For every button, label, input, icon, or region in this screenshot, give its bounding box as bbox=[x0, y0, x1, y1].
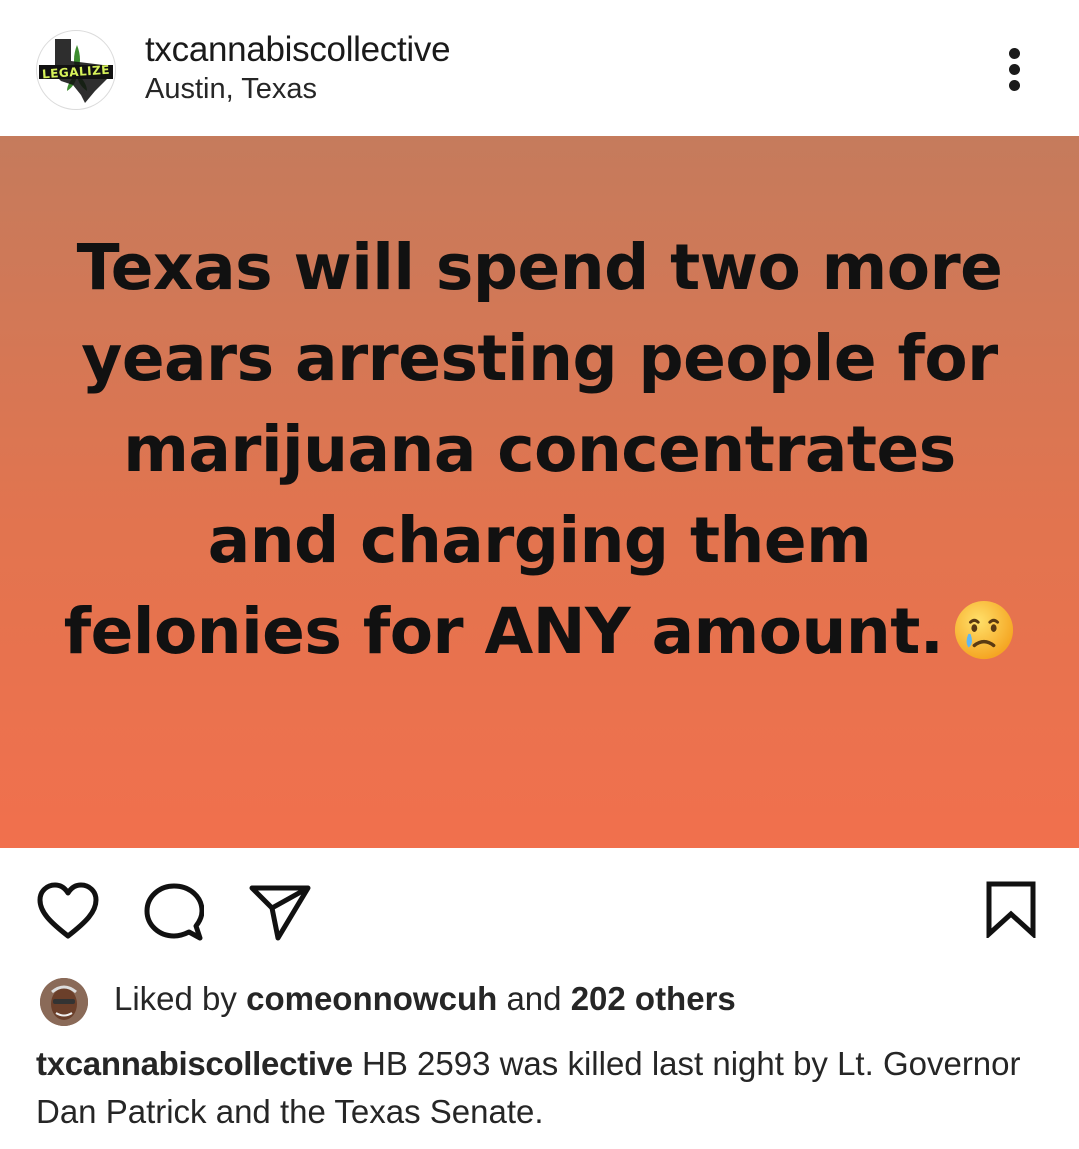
likes-middle: and bbox=[506, 980, 562, 1017]
crying-face-emoji bbox=[955, 600, 1014, 660]
liker-username[interactable]: comeonnowcuh bbox=[246, 980, 497, 1017]
caption-username[interactable]: txcannabiscollective bbox=[36, 1045, 353, 1082]
profile-avatar[interactable]: LEGALIZE bbox=[36, 30, 116, 110]
liker-photo bbox=[40, 978, 88, 1026]
post-image-caption: Texas will spend two more years arrestin… bbox=[63, 231, 1003, 668]
heart-icon[interactable] bbox=[36, 882, 100, 942]
likes-text: Liked by comeonnowcuh and 202 others bbox=[114, 980, 736, 1018]
likes-others-count[interactable]: 202 others bbox=[571, 980, 736, 1017]
post-image[interactable]: Texas will spend two more years arrestin… bbox=[0, 136, 1079, 848]
post-actions bbox=[0, 848, 1079, 968]
post-username[interactable]: txcannabiscollective bbox=[145, 30, 451, 70]
bookmark-icon[interactable] bbox=[984, 880, 1038, 938]
more-options-icon[interactable] bbox=[995, 44, 1035, 96]
post-header: LEGALIZE txcannabiscollective Austin, Te… bbox=[0, 0, 1079, 136]
post-image-text: Texas will spend two more years arrestin… bbox=[60, 222, 1019, 677]
comment-icon[interactable] bbox=[144, 882, 204, 942]
liker-avatar[interactable] bbox=[40, 978, 88, 1026]
likes-row[interactable]: Liked by comeonnowcuh and 202 others bbox=[40, 978, 1040, 1026]
share-icon[interactable] bbox=[248, 882, 312, 942]
post-caption: txcannabiscollective HB 2593 was killed … bbox=[36, 1040, 1046, 1136]
post-location[interactable]: Austin, Texas bbox=[145, 73, 317, 106]
likes-prefix: Liked by bbox=[114, 980, 237, 1017]
